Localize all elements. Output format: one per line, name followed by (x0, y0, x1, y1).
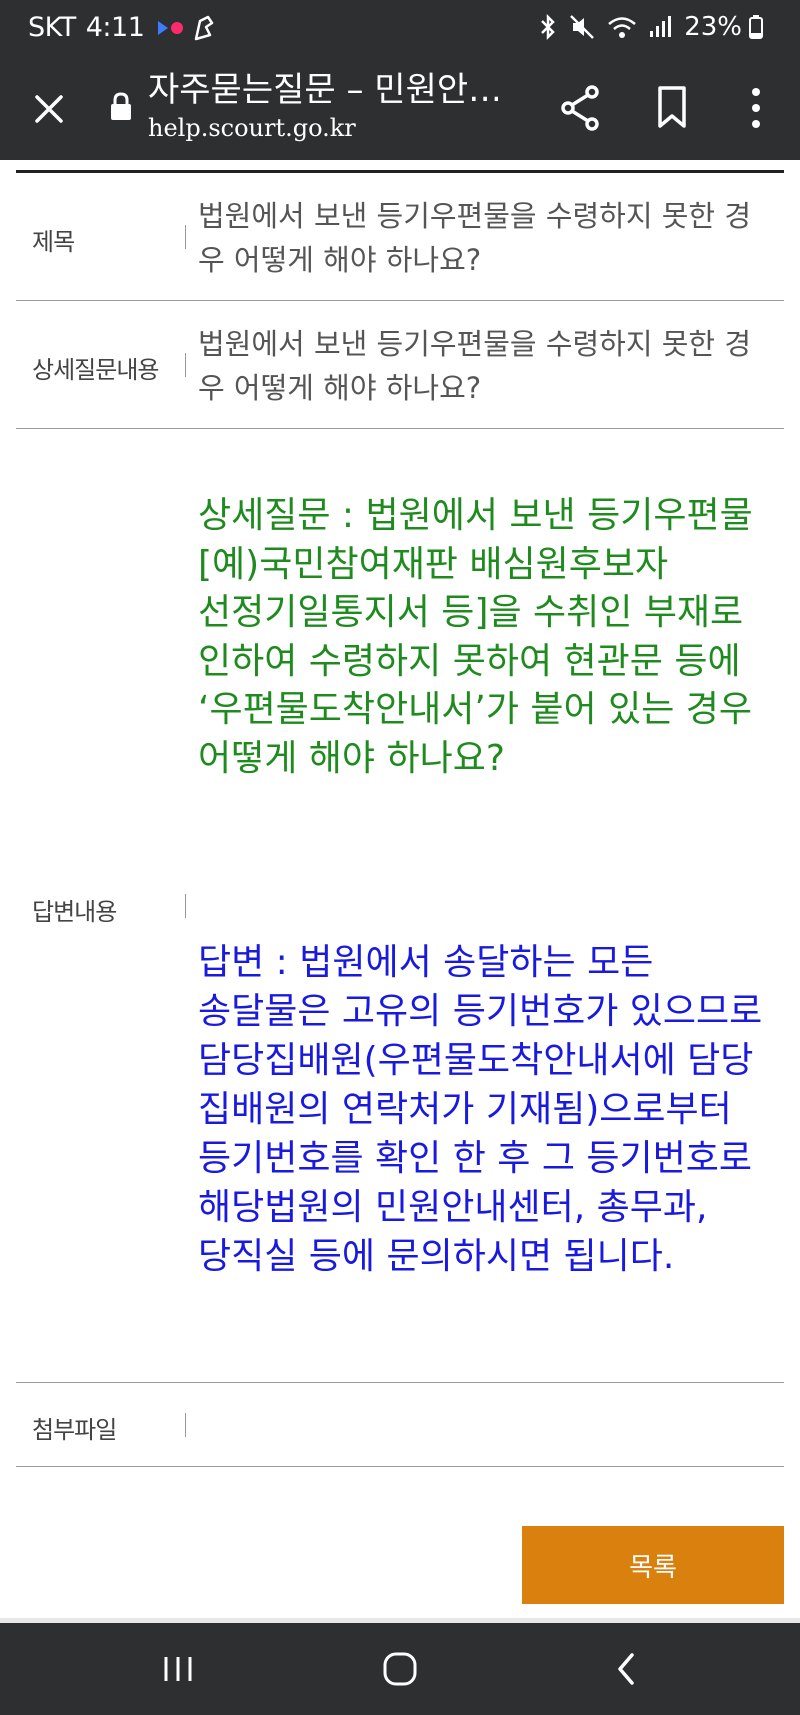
system-navigation-bar (0, 1623, 800, 1715)
detail-question-body: 상세질문 : 법원에서 보낸 등기우편물[예)국민참여재판 배심원후보자 선정기… (198, 495, 753, 779)
subject-value: 법원에서 보낸 등기우편물을 수령하지 못한 경우 어떻게 해야 하나요? (198, 199, 752, 277)
faq-detail: 제목 법원에서 보낸 등기우편물을 수령하지 못한 경우 어떻게 해야 하나요?… (0, 160, 800, 1623)
browser-toolbar: 자주묻는질문 – 민원안… help.scourt.go.kr (0, 60, 800, 160)
back-icon (618, 1653, 634, 1685)
status-bar: SKT 4:11 23% (0, 0, 800, 60)
status-right: 23% (538, 12, 774, 42)
page-url[interactable]: help.scourt.go.kr (148, 112, 356, 144)
bookmark-icon (658, 86, 686, 128)
play-dot-icon (158, 20, 184, 35)
close-tab-button[interactable] (26, 86, 72, 132)
recent-apps-button[interactable] (150, 1643, 206, 1695)
row-divider (16, 1466, 784, 1467)
share-icon (561, 85, 599, 131)
recent-apps-icon (164, 1657, 192, 1681)
bluetooth-icon (541, 13, 555, 41)
mute-icon (570, 15, 595, 39)
detail-separator (185, 353, 186, 377)
answer-label: 답변내용 (32, 898, 117, 926)
list-button[interactable]: 목록 (522, 1526, 784, 1604)
detail-question-value: 법원에서 보낸 등기우편물을 수령하지 못한 경우 어떻게 해야 하나요? (198, 327, 752, 405)
status-left: SKT 4:11 (28, 12, 216, 43)
table-top-rule (16, 170, 784, 173)
detail-question-label: 상세질문내용 (32, 356, 159, 384)
clock: 4:11 (85, 12, 145, 43)
lock-icon (111, 92, 131, 120)
home-icon (383, 1652, 417, 1686)
bookmark-button[interactable] (648, 82, 696, 134)
page-title[interactable]: 자주묻는질문 – 민원안… (148, 68, 498, 112)
share-button[interactable] (556, 82, 604, 134)
answer-body: 답변 : 법원에서 송달하는 모든 송달물은 고유의 등기번호가 있으므로 담당… (198, 942, 763, 1277)
signal-icon (650, 16, 672, 37)
answer-separator (185, 894, 186, 918)
attachment-label: 첨부파일 (32, 1416, 117, 1444)
close-icon (35, 95, 63, 123)
row-divider (16, 428, 784, 429)
notification-icons (156, 13, 216, 43)
app-notification-icon (195, 15, 214, 40)
attachment-separator (185, 1413, 186, 1437)
back-button[interactable] (598, 1643, 654, 1695)
subject-separator (185, 225, 186, 249)
battery-icon (749, 15, 763, 39)
more-options-button[interactable] (738, 82, 774, 134)
home-button[interactable] (372, 1643, 428, 1695)
row-divider (16, 300, 784, 301)
row-divider (16, 1382, 784, 1383)
phone-screen: SKT 4:11 23% 자주묻는질문 – 민원안… help.scourt.g… (0, 0, 800, 1715)
more-vertical-icon (752, 88, 760, 128)
subject-label: 제목 (32, 228, 75, 256)
wifi-icon (608, 17, 637, 38)
battery-percent: 23% (684, 12, 742, 42)
carrier-label: SKT (28, 12, 76, 43)
